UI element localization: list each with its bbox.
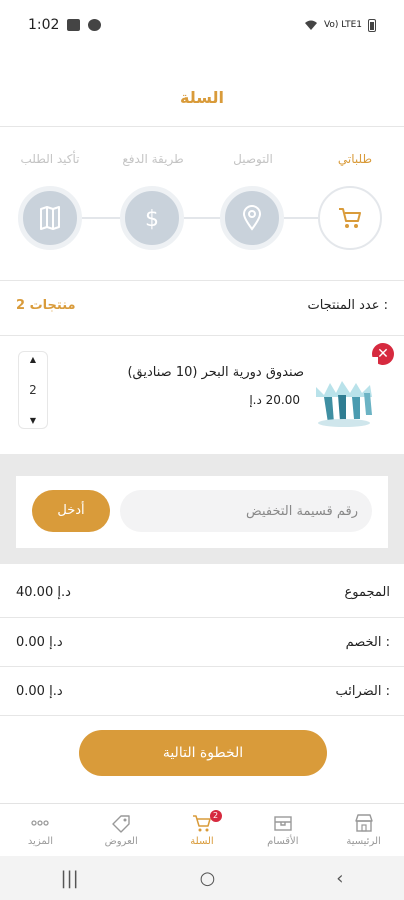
back-icon[interactable]: ‹ xyxy=(336,868,343,889)
decrease-quantity-icon[interactable]: ▼ xyxy=(30,416,36,425)
step-delivery[interactable] xyxy=(220,186,284,250)
cart-item: ✕ صندوق دورية البحر (10 صناديق) 20.00 د.… xyxy=(0,337,404,441)
step-label-orders: طلباتي xyxy=(337,152,373,166)
tab-categories-label: الأقسام xyxy=(267,835,299,847)
status-bar: 1:02 Vo) LTE1 xyxy=(0,0,404,50)
header-divider xyxy=(0,126,404,127)
box-icon xyxy=(274,815,292,831)
total-row: 40.00 د.إ المجموع xyxy=(16,568,390,616)
step-label-payment: طريقة الدفع xyxy=(122,152,184,166)
product-name: صندوق دورية البحر (10 صناديق) xyxy=(127,365,304,380)
image-notification-icon xyxy=(67,19,81,31)
page-title: السلة xyxy=(179,88,224,107)
tax-divider xyxy=(0,715,404,716)
product-count-row: 2 منتجات عدد المنتجات : xyxy=(16,298,388,313)
discount-label: الخصم : xyxy=(345,634,390,650)
steps-connector xyxy=(60,217,350,219)
tab-offers-label: العروض xyxy=(104,835,138,847)
coupon-card: رقم قسيمة التخفيض أدخل xyxy=(16,476,388,548)
discount-row: 0.00 د.إ الخصم : xyxy=(16,618,390,666)
product-price: 20.00 د.إ xyxy=(249,393,300,407)
step-payment[interactable]: $ xyxy=(120,186,184,250)
tab-more-label: المزيد xyxy=(27,835,53,847)
discount-value: 0.00 د.إ xyxy=(16,634,63,650)
cart-badge: 2 xyxy=(209,810,222,822)
home-icon[interactable]: ○ xyxy=(200,868,216,889)
app-notification-icon xyxy=(88,19,102,31)
status-time: 1:02 xyxy=(28,17,60,33)
checkout-steps-labels: طلباتي التوصيل طريقة الدفع تأكيد الطلب xyxy=(0,152,404,172)
product-count-label: عدد المنتجات : xyxy=(307,298,388,313)
system-navigation-bar: ||| ○ ‹ xyxy=(0,856,404,900)
product-image xyxy=(310,357,378,429)
status-left: 1:02 xyxy=(28,17,102,33)
battery-icon xyxy=(368,18,376,32)
cart-icon xyxy=(339,208,361,228)
step-confirm[interactable] xyxy=(18,186,82,250)
coupon-input[interactable]: رقم قسيمة التخفيض xyxy=(120,490,372,532)
tab-home[interactable]: الرئيسية xyxy=(323,804,404,855)
svg-text:$: $ xyxy=(145,207,159,232)
tab-offers[interactable]: العروض xyxy=(81,804,162,855)
store-icon xyxy=(354,813,373,832)
tag-icon xyxy=(112,814,130,833)
tax-value: 0.00 د.إ xyxy=(16,683,63,699)
total-label: المجموع xyxy=(344,584,390,600)
step-label-delivery: التوصيل xyxy=(233,152,273,166)
tab-home-label: الرئيسية xyxy=(346,835,381,847)
quantity-value: 2 xyxy=(29,383,37,397)
coupon-section: رقم قسيمة التخفيض أدخل xyxy=(0,454,404,564)
tab-more[interactable]: المزيد xyxy=(0,804,81,855)
status-right: Vo) LTE1 xyxy=(304,18,376,32)
more-dots-icon xyxy=(31,819,50,826)
bottom-tab-bar: المزيد العروض 2 السلة الأقسام الرئيسية xyxy=(0,803,404,855)
wifi-icon xyxy=(304,20,317,30)
recents-icon[interactable]: ||| xyxy=(60,868,78,889)
steps-divider xyxy=(0,280,404,281)
tab-cart[interactable]: 2 السلة xyxy=(162,804,243,855)
tab-categories[interactable]: الأقسام xyxy=(242,804,323,855)
count-divider xyxy=(0,335,404,336)
location-pin-icon xyxy=(242,205,262,231)
map-icon xyxy=(40,206,60,230)
step-orders[interactable] xyxy=(318,186,382,250)
product-count-value: 2 منتجات xyxy=(16,298,76,313)
network-label: Vo) LTE1 xyxy=(323,20,362,30)
total-value: 40.00 د.إ xyxy=(16,584,71,600)
dollar-icon: $ xyxy=(145,207,159,232)
tab-cart-label: السلة xyxy=(190,835,214,847)
apply-coupon-button[interactable]: أدخل xyxy=(32,490,110,532)
tax-label: الضرائب : xyxy=(335,683,390,699)
step-label-confirm: تأكيد الطلب xyxy=(20,152,80,166)
next-step-button[interactable]: الخطوة التالية xyxy=(79,730,327,776)
increase-quantity-icon[interactable]: ▲ xyxy=(30,355,36,364)
quantity-stepper[interactable]: ▲ 2 ▼ xyxy=(18,351,48,429)
tax-row: 0.00 د.إ الضرائب : xyxy=(16,667,390,715)
